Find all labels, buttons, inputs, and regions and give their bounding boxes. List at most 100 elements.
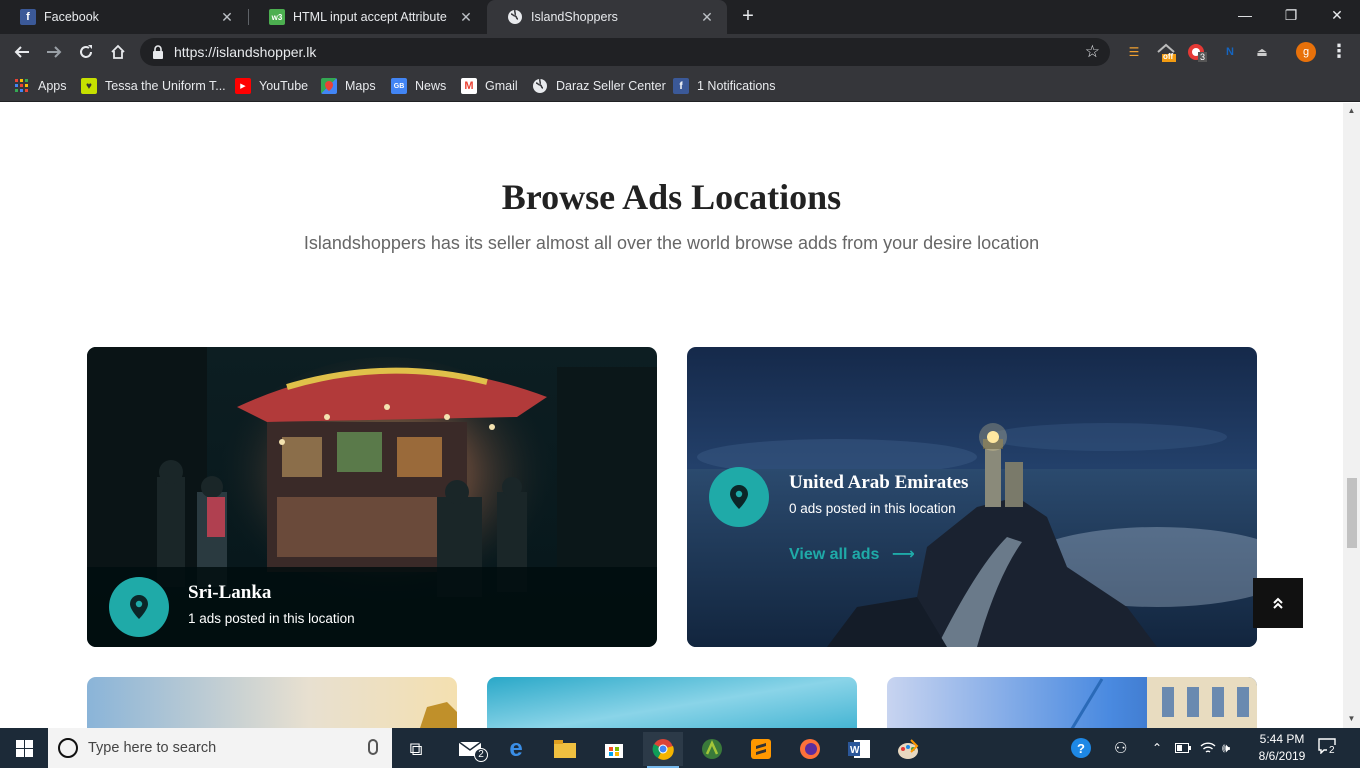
lighthouse-image (687, 347, 1257, 647)
bookmark-news[interactable]: GB News (391, 76, 446, 96)
globe-icon (507, 9, 523, 25)
address-bar[interactable]: https://islandshopper.lk ☆ (140, 38, 1110, 66)
cortana-icon (58, 738, 78, 758)
bookmark-daraz[interactable]: Daraz Seller Center (532, 76, 666, 96)
close-icon[interactable]: ✕ (219, 9, 235, 25)
bookmark-label: Tessa the Uniform T... (105, 79, 226, 93)
battery-icon[interactable] (1175, 728, 1191, 768)
clock-date: 8/6/2019 (1258, 749, 1306, 763)
extension-list-icon[interactable]: ☰ (1124, 42, 1144, 62)
w3schools-icon: w3 (269, 9, 285, 25)
location-card-partial[interactable] (87, 677, 457, 728)
bookmark-label: Daraz Seller Center (556, 79, 666, 93)
close-icon[interactable]: ✕ (699, 9, 715, 25)
location-name[interactable]: United Arab Emirates (789, 472, 968, 494)
search-placeholder: Type here to search (88, 740, 217, 756)
task-view-icon[interactable]: ⧉ (396, 732, 436, 766)
firefox-icon[interactable] (790, 732, 830, 766)
more-menu-icon[interactable]: ⋮ (1330, 40, 1348, 64)
browser-toolbar: https://islandshopper.lk ☆ ☰ off 3 N ⏏ g… (0, 34, 1360, 70)
view-all-ads-label: View all ads (789, 546, 880, 563)
tab-html-accept[interactable]: w3 HTML input accept Attribute ✕ (249, 0, 486, 34)
location-pin-button (709, 467, 769, 527)
view-all-ads-link[interactable]: View all ads ⟶ (789, 544, 915, 564)
gmail-icon: M (461, 78, 477, 94)
scroll-up-arrow[interactable]: ▲ (1347, 107, 1356, 115)
minimize-button[interactable]: — (1222, 0, 1268, 30)
location-card-uae[interactable]: United Arab Emirates 0 ads posted in thi… (687, 347, 1257, 647)
bookmark-label: YouTube (259, 79, 309, 93)
restore-button[interactable]: ❐ (1268, 0, 1314, 30)
arrow-right-icon (47, 46, 62, 58)
location-card-partial[interactable] (887, 677, 1257, 728)
facebook-icon: f (673, 78, 689, 94)
close-icon[interactable]: ✕ (458, 9, 474, 25)
arrow-left-icon (14, 46, 29, 58)
count-badge: 3 (1198, 52, 1208, 62)
bookmark-notifications[interactable]: f 1 Notifications (673, 76, 776, 96)
back-button[interactable] (10, 40, 34, 64)
store-icon[interactable] (594, 732, 634, 766)
off-badge: off (1163, 52, 1174, 61)
bookmarks-bar: Apps ♥ Tessa the Uniform T... ▶ YouTube … (0, 70, 1360, 102)
bookmark-youtube[interactable]: ▶ YouTube (235, 76, 308, 96)
page-scrollbar[interactable]: ▲ ▼ (1343, 103, 1360, 728)
chrome-icon[interactable] (643, 732, 683, 768)
bookmark-tessa[interactable]: ♥ Tessa the Uniform T... (81, 76, 226, 96)
taskbar-search-box[interactable]: Type here to search (48, 728, 392, 768)
bookmark-gmail[interactable]: M Gmail (461, 76, 518, 96)
url-text: https://islandshopper.lk (174, 44, 317, 60)
edge-browser-icon[interactable]: e (496, 732, 536, 766)
action-center-button[interactable]: 2 (1318, 738, 1340, 758)
home-button[interactable] (106, 40, 130, 64)
globe-icon (532, 78, 548, 94)
scroll-thumb[interactable] (1347, 478, 1357, 548)
bookmark-apps[interactable]: Apps (14, 76, 67, 96)
start-button[interactable] (0, 728, 48, 768)
location-name[interactable]: Sri-Lanka (188, 582, 271, 604)
show-hidden-icons-chevron-up-icon[interactable]: ⌃ (1152, 728, 1162, 768)
heart-icon: ♥ (81, 78, 97, 94)
back-to-top-button[interactable] (1253, 578, 1303, 628)
extension-n-icon[interactable]: N (1220, 42, 1240, 62)
file-explorer-icon[interactable] (545, 732, 585, 766)
new-tab-button[interactable]: + (738, 6, 758, 28)
close-window-button[interactable]: ✕ (1314, 0, 1360, 30)
paint-icon[interactable] (888, 732, 928, 766)
extension-alert-icon[interactable]: 3 (1186, 42, 1208, 62)
microphone-icon[interactable] (368, 739, 378, 755)
bookmark-maps[interactable]: Maps (321, 76, 376, 96)
word-icon[interactable]: W (839, 732, 879, 766)
tab-facebook[interactable]: f Facebook ✕ (0, 0, 247, 34)
bookmark-label: News (415, 79, 447, 93)
bookmark-star-icon[interactable]: ☆ (1085, 42, 1100, 62)
reload-icon (80, 45, 92, 58)
system-clock[interactable]: 5:44 PM 8/6/2019 (1252, 731, 1312, 765)
help-icon[interactable]: ? (1070, 728, 1092, 768)
location-card-sri-lanka[interactable]: Sri-Lanka 1 ads posted in this location (87, 347, 657, 647)
extension-cast-icon[interactable]: ⏏ (1252, 42, 1272, 62)
location-pin-button (109, 577, 169, 637)
section-title: Browse Ads Locations (501, 177, 842, 217)
extension-home-off-icon[interactable]: off (1156, 42, 1176, 62)
forward-button[interactable] (42, 40, 66, 64)
bookmark-label: 1 Notifications (697, 79, 776, 93)
tab-islandshoppers[interactable]: IslandShoppers ✕ (487, 0, 727, 34)
home-icon (111, 44, 125, 59)
volume-icon[interactable]: 🕪 (1222, 728, 1230, 768)
location-card-partial[interactable] (487, 677, 857, 728)
reload-button[interactable] (74, 40, 98, 64)
profile-avatar[interactable]: g (1296, 42, 1316, 62)
android-studio-icon[interactable] (692, 732, 732, 766)
svg-text:W: W (850, 745, 860, 756)
blue-sky-image (487, 677, 857, 728)
mail-app-icon[interactable]: 2 (450, 732, 490, 766)
double-chevron-up-icon (1273, 597, 1283, 609)
scroll-down-arrow[interactable]: ▼ (1347, 715, 1356, 723)
windows-logo-icon (15, 739, 33, 757)
people-icon[interactable]: ⚇ (1114, 728, 1127, 768)
page-viewport: Browse Ads Locations Islandshoppers has … (0, 103, 1343, 728)
wifi-icon[interactable] (1200, 728, 1216, 768)
clock-time: 5:44 PM (1259, 732, 1305, 746)
sublime-text-icon[interactable] (741, 732, 781, 766)
